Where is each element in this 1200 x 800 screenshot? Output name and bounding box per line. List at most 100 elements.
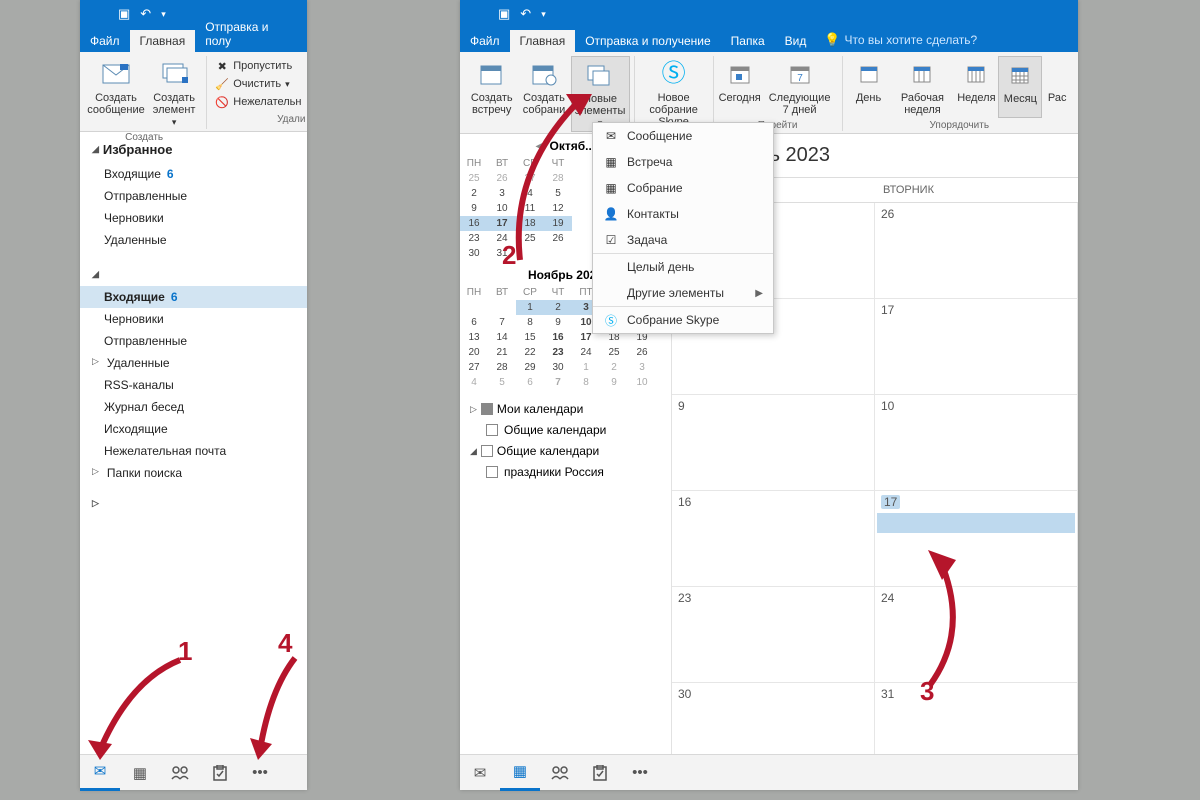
tab-home[interactable]: Главная — [130, 30, 196, 52]
today-button[interactable]: Сегодня — [718, 56, 762, 118]
more-nav-icon[interactable]: ••• — [620, 755, 660, 791]
menu-contacts[interactable]: 👤Контакты — [593, 201, 773, 227]
new-item-button[interactable]: Создать элемент ▾ — [146, 56, 202, 130]
mailbox-header[interactable]: ◢ — [80, 251, 307, 286]
tell-me[interactable]: 💡Что вы хотите сделать? — [816, 28, 985, 52]
people-nav-icon[interactable] — [540, 755, 580, 791]
expand-icon: ▷ — [92, 356, 99, 370]
task-icon: ☑ — [603, 232, 619, 248]
shared-calendars-1[interactable]: Общие календари — [468, 420, 663, 440]
shared-calendars-2-header[interactable]: ◢Общие календари — [468, 440, 663, 462]
ribbon-group-delete: ✖Пропустить 🧹Очистить ▾ 🚫Нежелательн Уда… — [207, 56, 309, 129]
menu-skype[interactable]: ⓈСобрание Skype — [593, 306, 773, 333]
ribbon-tabs: Файл Главная Отправка и полу — [80, 28, 307, 52]
new-meeting-button[interactable]: Создать собрани — [517, 56, 570, 132]
ribbon-tabs: Файл Главная Отправка и получение Папка … — [460, 28, 1078, 52]
tab-sendrecv[interactable]: Отправка и полу — [195, 16, 307, 52]
people-nav-icon[interactable] — [160, 755, 200, 791]
ribbon-group-delete-label: Удали — [277, 112, 305, 125]
checkbox-icon[interactable] — [486, 466, 498, 478]
tasks-nav-icon[interactable] — [580, 755, 620, 791]
calendar-cell[interactable]: 17 — [875, 299, 1078, 394]
menu-appointment[interactable]: ▦Встреча — [593, 149, 773, 175]
junk-button[interactable]: 🚫Нежелательн — [213, 94, 303, 110]
checkbox-icon[interactable] — [481, 403, 493, 415]
grp-arrange-label: Упорядочить — [930, 118, 990, 131]
mbx-inbox[interactable]: Входящие6 — [80, 286, 307, 308]
menu-task[interactable]: ☑Задача — [593, 227, 773, 253]
skip-button[interactable]: ✖Пропустить — [213, 58, 303, 74]
expand-icon: ▷ — [92, 498, 99, 509]
new-items-menu: ✉Сообщение ▦Встреча ▦Собрание 👤Контакты … — [592, 122, 774, 334]
calendar-cell[interactable]: 9 — [672, 395, 875, 490]
next7-button[interactable]: 7Следующие 7 дней — [762, 56, 838, 118]
new-items-button[interactable]: Новые элементы ▾ — [571, 56, 630, 132]
week-button[interactable]: Неделя — [954, 56, 998, 118]
checkbox-icon[interactable] — [481, 445, 493, 457]
calendar-cell[interactable]: 10 — [875, 395, 1078, 490]
mbx-sent[interactable]: Отправленные — [80, 330, 307, 352]
tab-file[interactable]: Файл — [80, 30, 130, 52]
calendar-nav-icon[interactable]: ▦ — [120, 755, 160, 791]
clean-button[interactable]: 🧹Очистить ▾ — [213, 76, 303, 92]
mbx-junk[interactable]: Нежелательная почта — [80, 440, 307, 462]
tab-view[interactable]: Вид — [775, 30, 817, 52]
new-message-button[interactable]: Создать сообщение — [86, 56, 146, 130]
expand-icon: ▷ — [92, 466, 99, 480]
day-button[interactable]: День — [847, 56, 891, 118]
ribbon-group-skype: ⓈНовое собрание Skype Собрание Sk... — [635, 56, 714, 131]
checkbox-icon[interactable] — [486, 424, 498, 436]
tab-sendrecv[interactable]: Отправка и получение — [575, 30, 720, 52]
fav-inbox[interactable]: Входящие6 — [80, 163, 307, 185]
calendar-nav-icon[interactable]: ▦ — [500, 755, 540, 791]
mailbox2-header[interactable]: ▷ — [80, 484, 307, 515]
calendar-cell[interactable]: 23 — [672, 587, 875, 682]
calendar-cell[interactable]: 17 — [875, 491, 1078, 586]
my-calendars-header[interactable]: ▷Мои календари — [468, 398, 663, 420]
new-skype-button[interactable]: ⓈНовое собрание Skype — [639, 56, 709, 130]
workweek-button[interactable]: Рабочая неделя — [891, 56, 955, 118]
prev-month-icon[interactable]: ◀ — [536, 141, 544, 152]
calendar-cell[interactable]: 16 — [672, 491, 875, 586]
schedule-button[interactable]: Рас — [1042, 56, 1072, 118]
mbx-outbox[interactable]: Исходящие — [80, 418, 307, 440]
window-icon: ▣ — [498, 6, 510, 22]
tab-file[interactable]: Файл — [460, 30, 510, 52]
mail-window: ▣ ↶ ▾ Файл Главная Отправка и полу Созда… — [80, 0, 307, 790]
qat-more-icon[interactable]: ▾ — [541, 9, 546, 20]
skip-icon: ✖ — [215, 59, 229, 73]
mail-nav-icon[interactable]: ✉ — [80, 755, 120, 791]
fav-deleted[interactable]: Удаленные — [80, 229, 307, 251]
calendar-cell[interactable]: 26 — [875, 203, 1078, 298]
calendar-cell[interactable]: 24 — [875, 587, 1078, 682]
new-appointment-button[interactable]: Создать встречу — [466, 56, 517, 132]
mbx-journal[interactable]: Журнал бесед — [80, 396, 307, 418]
mail-nav-icon[interactable]: ✉ — [460, 755, 500, 791]
undo-icon[interactable]: ↶ — [140, 6, 151, 22]
holidays-russia[interactable]: праздники Россия — [468, 462, 663, 482]
calendar-icon: ▦ — [603, 154, 619, 170]
skype-icon: Ⓢ — [603, 312, 619, 328]
more-nav-icon[interactable]: ••• — [240, 755, 280, 791]
ribbon: Создать сообщение Создать элемент ▾ Созд… — [80, 52, 307, 132]
menu-message[interactable]: ✉Сообщение — [593, 123, 773, 149]
qat-more-icon[interactable]: ▾ — [161, 9, 166, 20]
menu-meeting[interactable]: ▦Собрание — [593, 175, 773, 201]
mbx-rss[interactable]: RSS-каналы — [80, 374, 307, 396]
skype-icon: Ⓢ — [658, 58, 690, 90]
fav-drafts[interactable]: Черновики — [80, 207, 307, 229]
fav-sent[interactable]: Отправленные — [80, 185, 307, 207]
month-button[interactable]: Месяц — [998, 56, 1042, 118]
tab-folder[interactable]: Папка — [721, 30, 775, 52]
tasks-nav-icon[interactable] — [200, 755, 240, 791]
menu-other[interactable]: Другие элементы▶ — [593, 280, 773, 306]
undo-icon[interactable]: ↶ — [520, 6, 531, 22]
mbx-drafts[interactable]: Черновики — [80, 308, 307, 330]
mbx-search[interactable]: ▷Папки поиска — [80, 462, 307, 484]
tab-home[interactable]: Главная — [510, 30, 576, 52]
favorites-header[interactable]: ◢Избранное — [80, 136, 307, 163]
anno-4: 4 — [278, 628, 292, 659]
mbx-deleted[interactable]: ▷Удаленные — [80, 352, 307, 374]
folder-pane: ◢Избранное Входящие6 Отправленные Чернов… — [80, 132, 307, 519]
menu-allday[interactable]: Целый день — [593, 253, 773, 280]
